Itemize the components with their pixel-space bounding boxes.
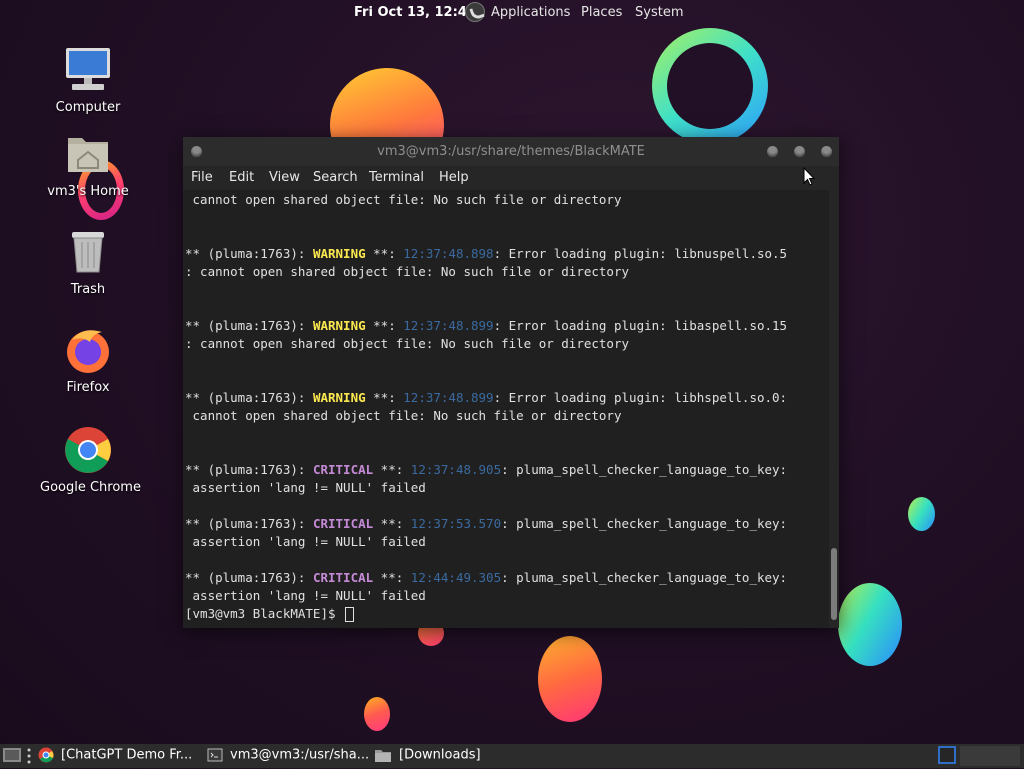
mate-logo-icon[interactable]	[465, 2, 485, 22]
maximize-button[interactable]	[794, 146, 805, 157]
folder-icon	[375, 750, 391, 762]
terminal-icon	[207, 748, 223, 762]
decor-gradient-ring	[652, 28, 768, 144]
scrollbar-thumb[interactable]	[831, 548, 837, 620]
workspace-1-button[interactable]	[938, 746, 956, 764]
terminal-window: vm3@vm3:/usr/share/themes/BlackMATE File…	[183, 137, 839, 628]
terminal-line: cannot open shared object file: No such …	[185, 192, 622, 207]
chrome-icon	[64, 426, 112, 474]
menu-terminal[interactable]: Terminal	[369, 170, 424, 185]
close-button[interactable]	[821, 146, 832, 157]
terminal-line: cannot open shared object file: No such …	[185, 408, 622, 423]
terminal-line: assertion 'lang != NULL' failed	[185, 588, 426, 603]
chrome-icon	[38, 747, 54, 763]
firefox-icon	[64, 326, 112, 374]
text-cursor	[345, 607, 355, 622]
decor-small-orange-ellipse	[364, 697, 390, 731]
menu-file[interactable]: File	[191, 170, 213, 185]
terminal-line: : cannot open shared object file: No suc…	[185, 336, 630, 351]
prompt-text: [vm3@vm3 BlackMATE]$	[185, 606, 344, 621]
bottom-panel: [ChatGPT Demo Fr... vm3@vm3:/usr/sha... …	[0, 744, 1024, 768]
panel-handle-icon[interactable]	[26, 747, 32, 765]
taskbar-item-terminal[interactable]: vm3@vm3:/usr/sha...	[207, 747, 369, 765]
terminal-scrollbar[interactable]	[829, 190, 839, 628]
taskbar-item-label: vm3@vm3:/usr/sha...	[230, 747, 370, 763]
top-panel: Fri Oct 13, 12:47 Applications Places Sy…	[0, 0, 1024, 26]
clock[interactable]: Fri Oct 13, 12:47	[354, 5, 476, 20]
terminal-line: ** (pluma:1763): CRITICAL **: 12:37:53.5…	[185, 516, 788, 531]
terminal-line: ** (pluma:1763): WARNING **: 12:37:48.89…	[185, 390, 788, 405]
workspace-2-button[interactable]	[960, 746, 1020, 766]
terminal-line: ** (pluma:1763): WARNING **: 12:37:48.89…	[185, 318, 788, 333]
show-desktop-icon	[3, 748, 21, 762]
desktop-icon-trash[interactable]: Trash	[40, 228, 136, 297]
desktop-icon-chrome[interactable]: Google Chrome	[40, 426, 141, 495]
taskbar-item-downloads[interactable]: [Downloads]	[374, 747, 481, 765]
menu-applications[interactable]: Applications	[491, 5, 570, 20]
desktop-icon-label: Google Chrome	[40, 480, 141, 495]
decor-teal-ellipse	[838, 583, 902, 666]
menu-view[interactable]: View	[269, 170, 300, 185]
terminal-line: assertion 'lang != NULL' failed	[185, 534, 426, 549]
minimize-button[interactable]	[767, 146, 778, 157]
taskbar-item-label: [ChatGPT Demo Fr...	[61, 747, 193, 763]
menu-search[interactable]: Search	[313, 170, 358, 185]
window-title: vm3@vm3:/usr/share/themes/BlackMATE	[377, 144, 645, 159]
desktop-icon-label: Firefox	[66, 380, 110, 395]
show-desktop-button[interactable]	[2, 746, 22, 764]
desktop-icon-label: vm3's Home	[47, 184, 129, 199]
desktop-icon-home[interactable]: vm3's Home	[40, 130, 136, 199]
home-folder-icon	[64, 130, 112, 178]
terminal-line: assertion 'lang != NULL' failed	[185, 480, 426, 495]
desktop-icon-firefox[interactable]: Firefox	[40, 326, 136, 395]
menu-system[interactable]: System	[635, 5, 683, 20]
terminal-line: ** (pluma:1763): WARNING **: 12:37:48.89…	[185, 246, 788, 261]
terminal-output[interactable]: cannot open shared object file: No such …	[183, 190, 829, 628]
taskbar-item-label: [Downloads]	[399, 747, 481, 763]
terminal-line: : cannot open shared object file: No suc…	[185, 264, 630, 279]
menu-places[interactable]: Places	[581, 5, 622, 20]
taskbar-item-chrome[interactable]: [ChatGPT Demo Fr...	[38, 747, 192, 765]
desktop-icon-label: Computer	[55, 100, 121, 115]
terminal-prompt[interactable]: [vm3@vm3 BlackMATE]$	[185, 605, 355, 623]
desktop-icon-computer[interactable]: Computer	[40, 46, 136, 115]
decor-orange-ellipse	[538, 636, 602, 722]
mouse-pointer-icon	[803, 167, 815, 186]
computer-icon	[64, 46, 112, 94]
decor-small-teal-ellipse	[908, 497, 935, 531]
menu-edit[interactable]: Edit	[229, 170, 254, 185]
menu-help[interactable]: Help	[439, 170, 469, 185]
trash-icon	[64, 228, 112, 276]
desktop-icon-label: Trash	[70, 282, 106, 297]
terminal-line: ** (pluma:1763): CRITICAL **: 12:44:49.3…	[185, 570, 788, 585]
terminal-menubar: File Edit View Search Terminal Help	[183, 166, 839, 190]
terminal-line: ** (pluma:1763): CRITICAL **: 12:37:48.9…	[185, 462, 788, 477]
terminal-titlebar[interactable]: vm3@vm3:/usr/share/themes/BlackMATE	[183, 137, 839, 166]
